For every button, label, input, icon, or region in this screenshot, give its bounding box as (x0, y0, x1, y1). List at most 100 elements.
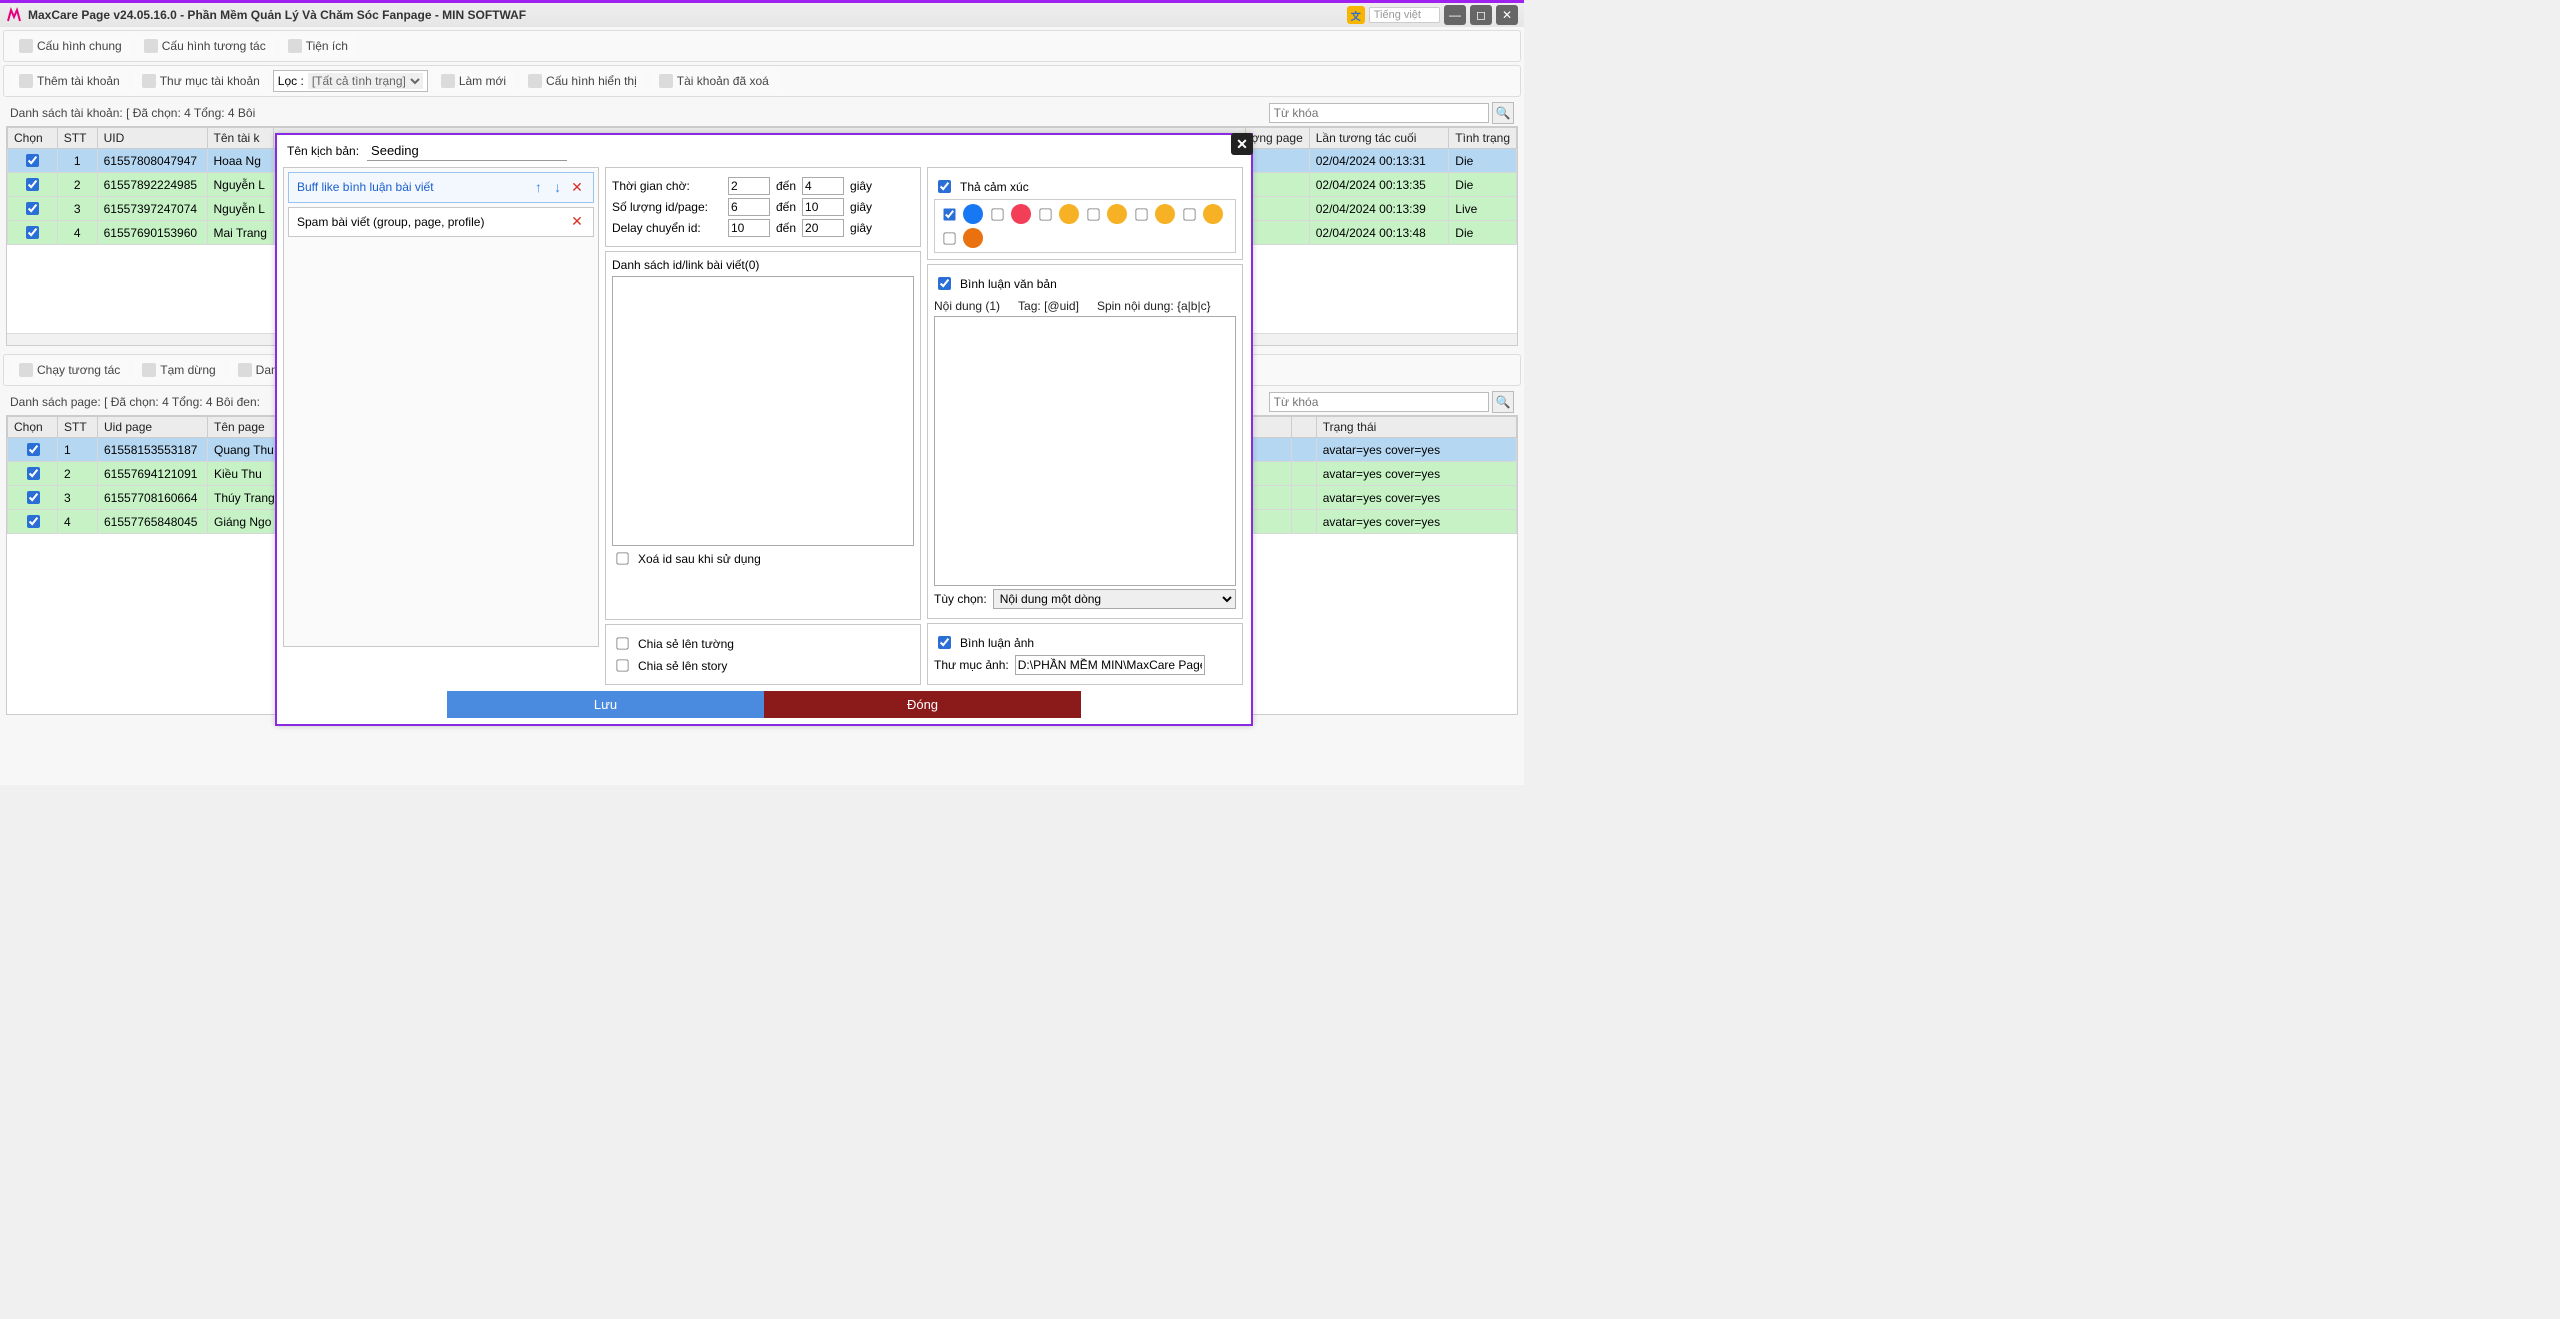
idlist-textarea[interactable] (612, 276, 914, 546)
accounts-search-button[interactable]: 🔍 (1492, 102, 1514, 124)
col-slpage[interactable]: ợng page (1245, 128, 1309, 149)
col-stt[interactable]: STT (57, 128, 97, 149)
col-uid[interactable]: Uid page (98, 417, 208, 438)
wow-icon (1155, 204, 1175, 224)
xoa-id-checkbox[interactable] (616, 552, 628, 564)
thu-muc-tai-khoan-button[interactable]: Thư mục tài khoản (133, 70, 269, 92)
filter-box[interactable]: Lọc : [Tất cả tình trạng] (273, 70, 428, 92)
spin-hint: Spin nội dung: {a|b|c} (1097, 299, 1211, 313)
label: Làm mới (459, 74, 506, 88)
col-status[interactable]: Tình trạng (1449, 128, 1517, 149)
share-wall-checkbox[interactable] (616, 637, 628, 649)
col-chon[interactable]: Chọn (8, 128, 58, 149)
label: Tài khoản đã xoá (677, 74, 769, 88)
react-angry-checkbox[interactable] (943, 232, 955, 244)
tai-khoan-da-xoa-button[interactable]: Tài khoản đã xoá (650, 70, 778, 92)
script-name-input[interactable] (367, 141, 567, 161)
delete-icon[interactable]: ✕ (569, 180, 585, 196)
row-checkbox[interactable] (26, 202, 39, 215)
them-tai-khoan-button[interactable]: Thêm tài khoản (10, 70, 129, 92)
content-mode-select[interactable]: Nội dung một dòng (993, 589, 1236, 609)
label: Cấu hình hiển thị (546, 74, 637, 88)
image-folder-input[interactable] (1015, 655, 1205, 675)
row-checkbox[interactable] (26, 154, 39, 167)
chay-tuong-tac-button[interactable]: Chạy tương tác (10, 359, 129, 381)
react-care-checkbox[interactable] (1039, 208, 1051, 220)
script-item[interactable]: Buff like bình luận bài viết ↑ ↓ ✕ (288, 172, 594, 203)
row-checkbox[interactable] (27, 491, 40, 504)
cau-hinh-tuong-tac-button[interactable]: Cấu hình tương tác (135, 35, 275, 57)
modal-close-button[interactable]: ✕ (1231, 133, 1253, 155)
react-love-checkbox[interactable] (991, 208, 1003, 220)
filter-label: Lọc : (278, 74, 304, 88)
row-checkbox[interactable] (26, 178, 39, 191)
col-stt[interactable]: STT (58, 417, 98, 438)
refresh-icon (441, 74, 455, 88)
delay-to[interactable] (802, 219, 844, 237)
wait-to[interactable] (802, 177, 844, 195)
pages-keyword-input[interactable] (1269, 392, 1489, 412)
accounts-status-text: Danh sách tài khoản: [ Đã chọn: 4 Tổng: … (10, 106, 255, 120)
close-button[interactable]: ✕ (1496, 5, 1518, 25)
comment-image-label: Bình luận ảnh (960, 636, 1034, 650)
qty-to[interactable] (802, 198, 844, 216)
modal-buttons: Lưu Đóng (277, 691, 1251, 724)
move-down-icon[interactable]: ↓ (550, 179, 566, 195)
play-icon (19, 363, 33, 377)
react-like-checkbox[interactable] (943, 208, 955, 220)
cau-hinh-chung-button[interactable]: Cấu hình chung (10, 35, 131, 57)
maximize-button[interactable]: ◻ (1470, 5, 1492, 25)
qty-label: Số lượng id/page: (612, 200, 722, 214)
main-toolbar: Cấu hình chung Cấu hình tương tác Tiện í… (3, 30, 1521, 62)
row-checkbox[interactable] (27, 443, 40, 456)
wait-from[interactable] (728, 177, 770, 195)
tien-ich-button[interactable]: Tiện ích (279, 35, 357, 57)
delete-icon[interactable]: ✕ (569, 214, 585, 230)
move-up-icon[interactable]: ↑ (530, 179, 546, 195)
row-checkbox[interactable] (27, 515, 40, 528)
window-title: MaxCare Page v24.05.16.0 - Phần Mềm Quản… (28, 8, 526, 22)
eye-icon (528, 74, 542, 88)
label: Thư mục tài khoản (160, 74, 260, 88)
row-checkbox[interactable] (27, 467, 40, 480)
row-checkbox[interactable] (26, 226, 39, 239)
to: đến (776, 179, 796, 193)
reactions-checkbox[interactable] (938, 180, 951, 193)
col-last[interactable]: Lần tương tác cuối (1309, 128, 1449, 149)
script-item[interactable]: Spam bài viết (group, page, profile) ✕ (288, 207, 594, 237)
save-button[interactable]: Lưu (447, 691, 764, 718)
filter-select[interactable]: [Tất cả tình trạng] (308, 73, 423, 89)
col-uid[interactable]: UID (97, 128, 207, 149)
accounts-toolbar: Thêm tài khoản Thư mục tài khoản Lọc : [… (3, 65, 1521, 97)
pages-search-button[interactable]: 🔍 (1492, 391, 1514, 413)
content-count: Nội dung (1) (934, 299, 1000, 313)
xoa-id-label: Xoá id sau khi sử dụng (638, 552, 761, 566)
gear-icon (19, 39, 33, 53)
col-trangthai[interactable]: Trạng thái (1316, 417, 1516, 438)
qty-from[interactable] (728, 198, 770, 216)
reactions-panel: Thả cảm xúc (927, 167, 1243, 260)
language-select[interactable]: Tiếng việt (1369, 7, 1440, 23)
angry-icon (963, 228, 983, 248)
accounts-keyword-input[interactable] (1269, 103, 1489, 123)
col-chon[interactable]: Chọn (8, 417, 58, 438)
tam-dung-button[interactable]: Tạm dừng (133, 359, 224, 381)
script-label: Spam bài viết (group, page, profile) (297, 215, 484, 229)
col-ten[interactable]: Tên tài k (207, 128, 273, 149)
comment-image-checkbox[interactable] (938, 636, 951, 649)
script-label: Buff like bình luận bài viết (297, 180, 434, 194)
comment-text-checkbox[interactable] (938, 277, 951, 290)
share-panel: Chia sẻ lên tường Chia sẻ lên story (605, 624, 921, 685)
minimize-button[interactable]: — (1444, 5, 1466, 25)
comment-textarea[interactable] (934, 316, 1236, 586)
cau-hinh-hien-thi-button[interactable]: Cấu hình hiển thị (519, 70, 646, 92)
col-ten[interactable]: Tên page (208, 417, 282, 438)
comment-text-panel: Bình luận văn bản Nội dung (1) Tag: [@ui… (927, 264, 1243, 619)
react-wow-checkbox[interactable] (1135, 208, 1147, 220)
close-modal-button[interactable]: Đóng (764, 691, 1081, 718)
share-story-checkbox[interactable] (616, 659, 628, 671)
react-haha-checkbox[interactable] (1087, 208, 1099, 220)
lam-moi-button[interactable]: Làm mới (432, 70, 515, 92)
delay-from[interactable] (728, 219, 770, 237)
react-sad-checkbox[interactable] (1183, 208, 1195, 220)
